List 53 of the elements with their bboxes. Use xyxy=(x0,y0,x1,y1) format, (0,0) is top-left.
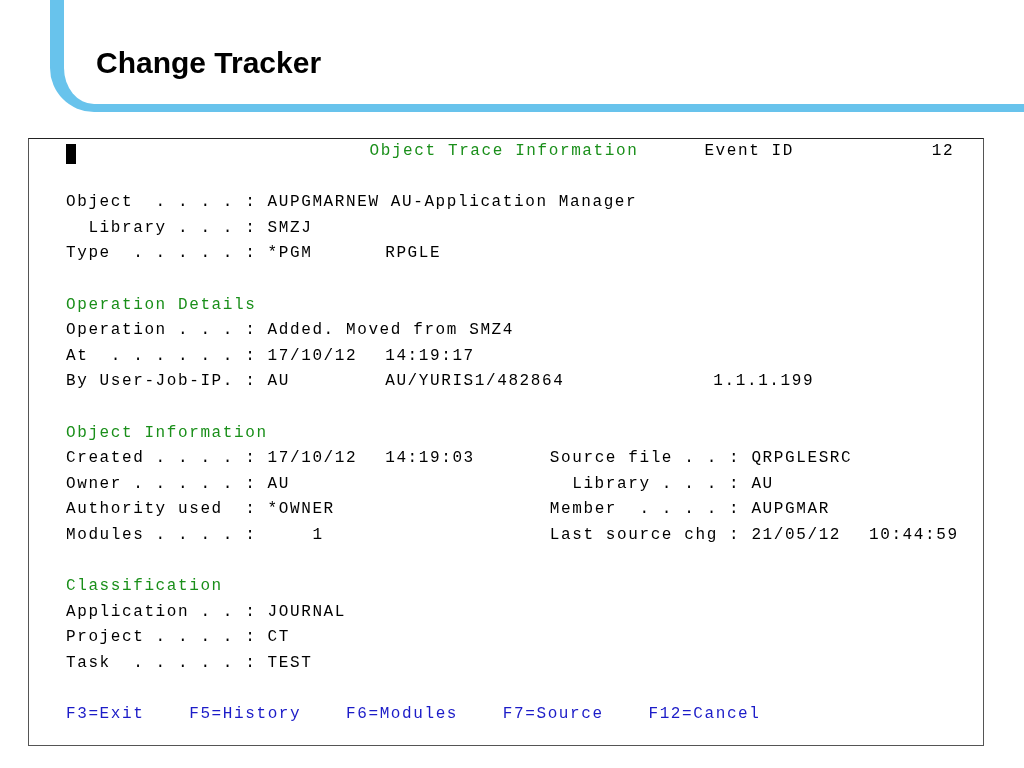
field-value: 1 xyxy=(311,524,324,546)
section-heading: Operation Details xyxy=(66,294,257,316)
field-value: 17/10/12 xyxy=(267,345,359,367)
function-key-hint: F3=Exit xyxy=(66,704,145,726)
screen-title: Object Trace Information xyxy=(369,141,640,162)
field-label: Task . . . . . : xyxy=(66,652,258,674)
field-label: Library . . . : xyxy=(572,473,742,495)
field-value: *OWNER xyxy=(267,499,336,521)
field-label: Event ID xyxy=(704,141,795,162)
field-label: Owner . . . . . : xyxy=(66,473,258,495)
field-value: AUPGMARNEW AU-Application Manager xyxy=(267,192,638,214)
field-label: By User-Job-IP. : xyxy=(66,371,258,393)
field-value: JOURNAL xyxy=(267,601,347,623)
field-value: 17/10/12 xyxy=(267,448,359,470)
field-label: Project . . . . : xyxy=(66,627,258,649)
field-label: At . . . . . . : xyxy=(66,345,258,367)
field-value: Added. Moved from SMZ4 xyxy=(267,320,515,342)
field-value: TEST xyxy=(267,652,314,674)
section-heading: Object Information xyxy=(66,422,268,444)
field-value: SMZJ xyxy=(267,217,314,239)
field-label: Object . . . . : xyxy=(66,192,258,214)
field-value: AU xyxy=(267,371,291,393)
cursor-block-icon xyxy=(66,143,76,164)
field-label: Modules . . . . : xyxy=(66,524,258,546)
field-label: Authority used : xyxy=(66,499,258,521)
field-value: 14:19:17 xyxy=(385,345,475,367)
field-label: Source file . . : xyxy=(549,448,742,470)
field-value: RPGLE xyxy=(385,243,442,265)
field-value: 14:19:03 xyxy=(385,448,475,470)
field-label: Operation . . . : xyxy=(66,320,258,342)
field-value: 21/05/12 xyxy=(751,524,843,546)
field-value: 1.1.1.199 xyxy=(713,371,815,393)
field-value: AU xyxy=(751,473,775,495)
slide-title: Change Tracker xyxy=(96,46,322,80)
field-label: Library . . . : xyxy=(88,217,258,239)
section-heading: Classification xyxy=(66,576,223,598)
function-key-hint: F6=Modules xyxy=(346,704,459,726)
field-value: AU/YURIS1/482864 xyxy=(385,371,566,393)
function-key-hint: F5=History xyxy=(189,704,302,726)
function-key-hint: F7=Source xyxy=(502,704,604,726)
field-label: Member . . . . : xyxy=(549,499,742,521)
field-value: AUPGMAR xyxy=(751,499,831,521)
field-value: *PGM xyxy=(267,243,314,265)
field-value: 12 xyxy=(931,141,955,162)
function-key-hint: F12=Cancel xyxy=(648,704,761,726)
field-value: 10:44:59 xyxy=(869,524,959,546)
field-label: Application . . : xyxy=(66,601,258,623)
field-label: Created . . . . : xyxy=(66,448,258,470)
field-value: CT xyxy=(267,627,291,649)
field-value: AU xyxy=(267,473,291,495)
field-value: QRPGLESRC xyxy=(751,448,854,470)
field-label: Type . . . . . : xyxy=(66,243,258,265)
field-label: Last source chg : xyxy=(549,524,742,546)
